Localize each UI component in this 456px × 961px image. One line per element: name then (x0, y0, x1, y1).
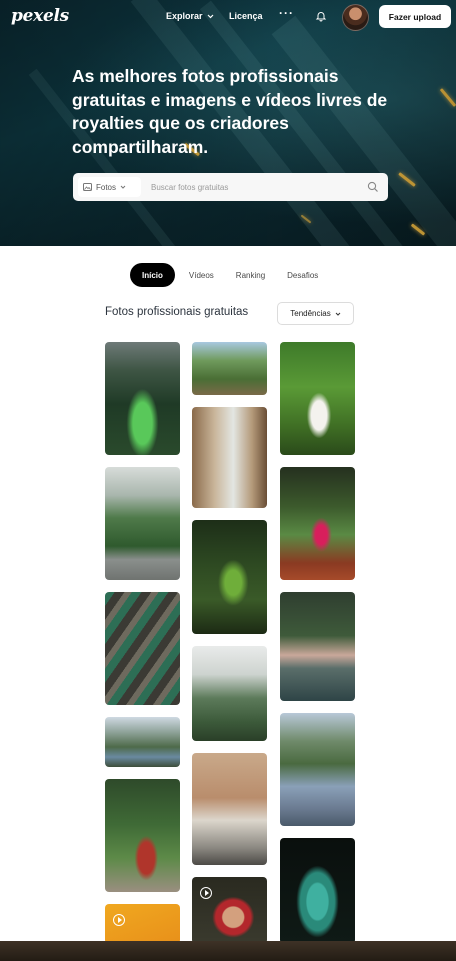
search-type-dropdown[interactable]: Fotos (78, 177, 141, 197)
tab-videos[interactable]: Vídeos (179, 263, 224, 287)
sort-dropdown[interactable]: Tendências (277, 302, 354, 325)
photo-lakeside-village[interactable] (280, 592, 355, 701)
pexels-logo[interactable]: pexels (11, 6, 69, 26)
image-icon (83, 183, 92, 191)
photo-market-street[interactable] (105, 592, 180, 705)
bell-icon[interactable] (315, 10, 327, 22)
chevron-down-icon (335, 312, 341, 316)
photo-aerial-stadium[interactable] (105, 342, 180, 455)
browser-bottom-strip (0, 941, 456, 961)
play-icon (113, 914, 125, 926)
section-title: Fotos profissionais gratuitas (105, 306, 249, 318)
nav-license[interactable]: Licença (229, 11, 263, 21)
photo-woman-portrait-video[interactable] (192, 877, 267, 944)
search-input[interactable] (149, 181, 367, 193)
nav-more-button[interactable]: ··· (279, 6, 294, 20)
play-icon (200, 887, 212, 899)
tab-ranking[interactable]: Ranking (226, 263, 275, 287)
search-type-label: Fotos (96, 182, 117, 192)
photo-garden-bench[interactable] (192, 342, 267, 395)
photo-orange-video[interactable] (105, 904, 180, 944)
chevron-down-icon (207, 14, 213, 18)
hero-title: As melhores fotos profissionais gratuita… (72, 66, 388, 157)
sort-label: Tendências (290, 309, 331, 318)
photo-misty-mountain-road[interactable] (105, 467, 180, 580)
chevron-down-icon (120, 185, 126, 189)
search-icon[interactable] (367, 181, 379, 193)
photo-coffee-shop-building[interactable] (192, 753, 267, 865)
top-navigation: pexels Explorar Licença ··· Fazer upload (0, 0, 456, 36)
photo-hillside-town[interactable] (280, 713, 355, 826)
photo-parrots[interactable] (192, 520, 267, 634)
user-avatar[interactable] (342, 4, 369, 31)
photo-woman-banana-leaves[interactable] (280, 342, 355, 455)
photo-tropical-doorway[interactable] (105, 779, 180, 892)
photo-dancer-field[interactable] (280, 467, 355, 580)
upload-button[interactable]: Fazer upload (379, 5, 451, 28)
photo-cozy-interior[interactable] (192, 407, 267, 508)
nav-explore[interactable]: Explorar (166, 11, 214, 21)
search-bar: Fotos (73, 173, 388, 201)
photo-foggy-cabins[interactable] (192, 646, 267, 741)
nav-explore-label: Explorar (166, 11, 203, 21)
tab-desafios[interactable]: Desafios (277, 263, 328, 287)
photo-river-canyon[interactable] (105, 717, 180, 767)
photo-green-lizard[interactable] (280, 838, 355, 944)
tab-inicio[interactable]: Início (130, 263, 175, 287)
hero-banner: pexels Explorar Licença ··· Fazer upload… (0, 0, 456, 246)
content-tabs: Início Vídeos Ranking Desafios (130, 263, 328, 287)
